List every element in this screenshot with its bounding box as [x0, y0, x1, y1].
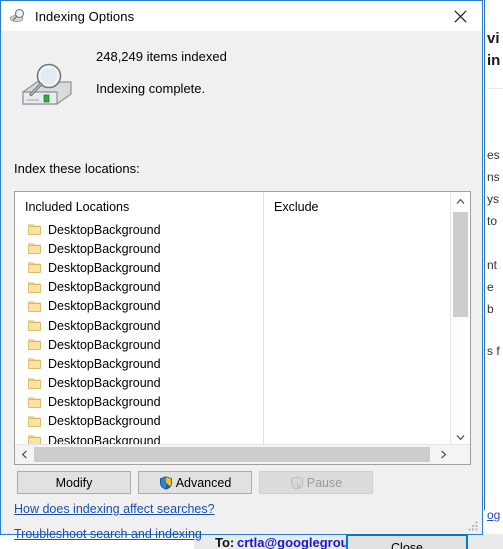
action-button-row: Modify Advanced Pause: [17, 471, 373, 494]
troubleshoot-search-indexing-link[interactable]: Troubleshoot search and indexing: [14, 527, 202, 541]
table-row[interactable]: DesktopBackground: [15, 278, 452, 297]
chevron-up-icon: [456, 198, 465, 204]
background-text-fragment-5: nt: [487, 258, 498, 272]
resize-grip-icon[interactable]: [467, 520, 479, 532]
uac-shield-disabled-icon: [290, 475, 303, 490]
pause-button-label: Pause: [306, 475, 343, 490]
folder-icon: [28, 397, 41, 408]
close-icon: [453, 9, 467, 23]
dialog-body: 248,249 items indexed Indexing complete.…: [1, 31, 482, 549]
horizontal-scroll-thumb[interactable]: [34, 447, 430, 462]
background-text-fragment-2: ns: [487, 170, 500, 184]
background-text-fragment-8: s f: [487, 344, 500, 358]
advanced-button-label: Advanced: [175, 475, 232, 490]
advanced-button[interactable]: Advanced: [138, 471, 252, 494]
items-indexed-text: 248,249 items indexed: [96, 49, 227, 64]
folder-icon: [28, 262, 41, 274]
indexing-status-block: 248,249 items indexed Indexing complete.: [1, 39, 482, 119]
scroll-right-button[interactable]: [434, 445, 452, 464]
pause-button: Pause: [259, 471, 373, 494]
folder-icon: [28, 282, 41, 293]
modify-button-label: Modify: [55, 475, 93, 490]
table-row[interactable]: DesktopBackground: [15, 354, 452, 373]
drive-magnifier-icon: [22, 63, 72, 105]
table-row[interactable]: DesktopBackground: [15, 297, 452, 316]
location-name: DesktopBackground: [48, 241, 161, 256]
included-locations-listview[interactable]: Included Locations Exclude DesktopBackgr…: [14, 191, 471, 465]
screen: vi in es ns ys to nt e b s f og To: crtl…: [0, 0, 503, 549]
location-name: DesktopBackground: [48, 299, 161, 314]
chevron-down-icon: [456, 434, 465, 440]
vertical-scroll-thumb[interactable]: [453, 212, 468, 317]
folder-icon: [28, 416, 41, 427]
location-name: DesktopBackground: [48, 260, 161, 275]
close-button[interactable]: Close: [346, 534, 468, 549]
location-name: DesktopBackground: [48, 356, 161, 371]
folder-icon: [28, 320, 41, 331]
background-text-fragment-7: b: [487, 302, 494, 316]
background-heading-fragment-2: in: [487, 52, 501, 69]
table-row[interactable]: DesktopBackground: [15, 258, 452, 277]
background-text-fragment-3: ys: [487, 192, 499, 206]
scroll-left-button[interactable]: [15, 445, 33, 464]
table-row[interactable]: DesktopBackground: [15, 316, 452, 335]
folder-icon: [28, 224, 41, 235]
background-vertical-rule: [484, 0, 485, 510]
scrollbar-corner: [451, 445, 470, 464]
background-text-fragment-6: e: [487, 280, 494, 294]
background-text-fragment-1: es: [487, 148, 500, 162]
background-mail-to-label: To:: [215, 535, 235, 549]
folder-icon: [28, 301, 41, 312]
folder-icon: [28, 339, 41, 350]
background-link-fragment[interactable]: og: [487, 508, 503, 522]
location-name: DesktopBackground: [48, 376, 161, 391]
table-row[interactable]: DesktopBackground: [15, 220, 452, 239]
column-header-exclude[interactable]: Exclude: [274, 200, 318, 214]
indexing-options-dialog: Indexing Options 248,249 items indexed I…: [0, 0, 483, 549]
listview-columns: Included Locations Exclude DesktopBackgr…: [15, 192, 452, 446]
table-row[interactable]: DesktopBackground: [15, 374, 452, 393]
table-row[interactable]: DesktopBackground: [15, 239, 452, 258]
location-name: DesktopBackground: [48, 318, 161, 333]
listview-horizontal-scrollbar[interactable]: [15, 444, 470, 464]
dialog-title: Indexing Options: [35, 8, 135, 24]
dialog-titlebar[interactable]: Indexing Options: [1, 1, 482, 31]
scroll-up-button[interactable]: [451, 192, 470, 210]
location-name: DesktopBackground: [48, 395, 161, 410]
table-row[interactable]: DesktopBackground: [15, 412, 452, 431]
table-row[interactable]: DesktopBackground: [15, 393, 452, 412]
index-locations-label: Index these locations:: [14, 161, 140, 176]
chevron-left-icon: [21, 450, 27, 459]
listview-vertical-scrollbar[interactable]: [450, 192, 470, 446]
chevron-right-icon: [440, 450, 446, 459]
folder-icon: [28, 243, 41, 255]
folder-icon: [28, 358, 41, 370]
uac-shield-icon: [159, 475, 172, 490]
table-row[interactable]: DesktopBackground: [15, 335, 452, 354]
location-name: DesktopBackground: [48, 337, 161, 352]
column-header-included-locations[interactable]: Included Locations: [25, 200, 129, 214]
background-divider: [487, 88, 503, 89]
location-name: DesktopBackground: [48, 280, 161, 295]
location-rows: DesktopBackground DesktopBackground Deskto…: [15, 220, 452, 446]
folder-icon: [28, 378, 41, 389]
indexing-state-text: Indexing complete.: [96, 81, 206, 96]
how-indexing-affects-searches-link[interactable]: How does indexing affect searches?: [14, 502, 215, 516]
modify-button[interactable]: Modify: [17, 471, 131, 494]
background-heading-fragment-1: vi: [487, 30, 500, 47]
location-name: DesktopBackground: [48, 414, 161, 429]
indexing-magnifier-icon: [9, 8, 25, 22]
background-text-fragment-4: to: [487, 214, 498, 228]
titlebar-close-button[interactable]: [438, 1, 482, 31]
location-name: DesktopBackground: [48, 222, 161, 237]
close-button-label: Close: [391, 541, 423, 549]
